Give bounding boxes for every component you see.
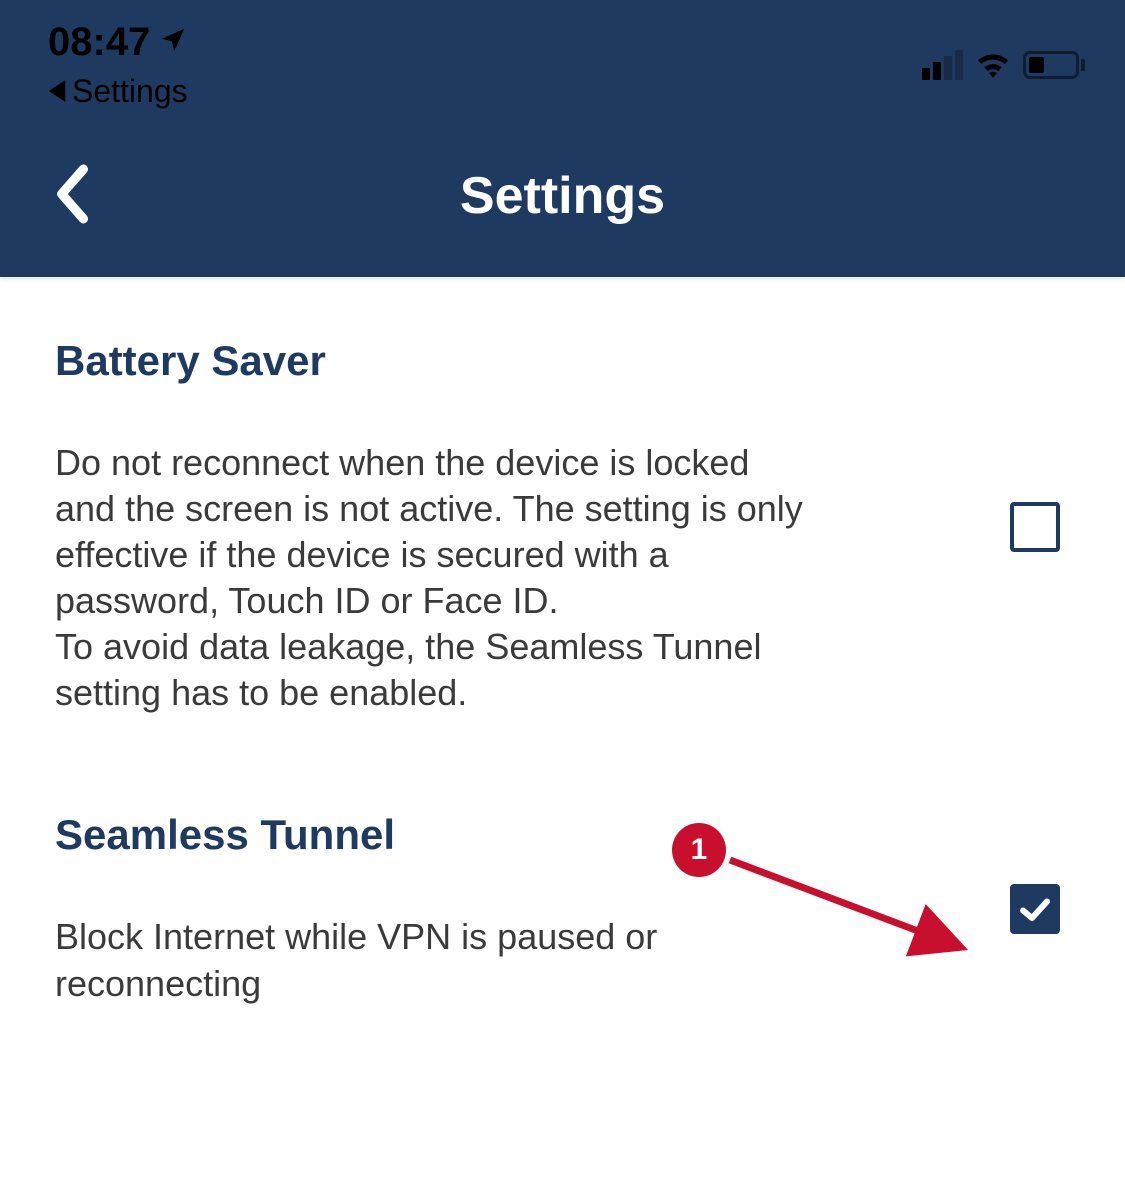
cellular-signal-icon — [922, 50, 963, 80]
nav-bar: Settings — [0, 115, 1125, 277]
setting-battery-saver: Battery Saver Do not reconnect when the … — [55, 337, 1070, 716]
battery-saver-checkbox[interactable] — [1010, 502, 1060, 552]
page-title: Settings — [0, 166, 1125, 226]
location-arrow-icon — [158, 20, 188, 65]
seamless-tunnel-title: Seamless Tunnel — [55, 811, 970, 859]
battery-icon — [1023, 51, 1085, 79]
wifi-icon — [975, 51, 1011, 79]
setting-seamless-tunnel: Seamless Tunnel Block Internet while VPN… — [55, 811, 1070, 1006]
status-right — [922, 50, 1085, 80]
settings-content: Battery Saver Do not reconnect when the … — [0, 277, 1125, 1007]
seamless-tunnel-checkbox[interactable] — [1010, 884, 1060, 934]
check-icon — [1017, 891, 1053, 927]
breadcrumb-label: Settings — [72, 73, 188, 110]
status-bar: 08:47 Settings — [0, 0, 1125, 115]
seamless-tunnel-description: Block Internet while VPN is paused or re… — [55, 914, 815, 1006]
battery-saver-description: Do not reconnect when the device is lock… — [55, 440, 815, 716]
time-text: 08:47 — [48, 20, 150, 65]
battery-saver-title: Battery Saver — [55, 337, 970, 385]
back-button[interactable] — [50, 163, 92, 230]
back-triangle-icon — [48, 73, 66, 110]
chevron-left-icon — [50, 163, 92, 225]
